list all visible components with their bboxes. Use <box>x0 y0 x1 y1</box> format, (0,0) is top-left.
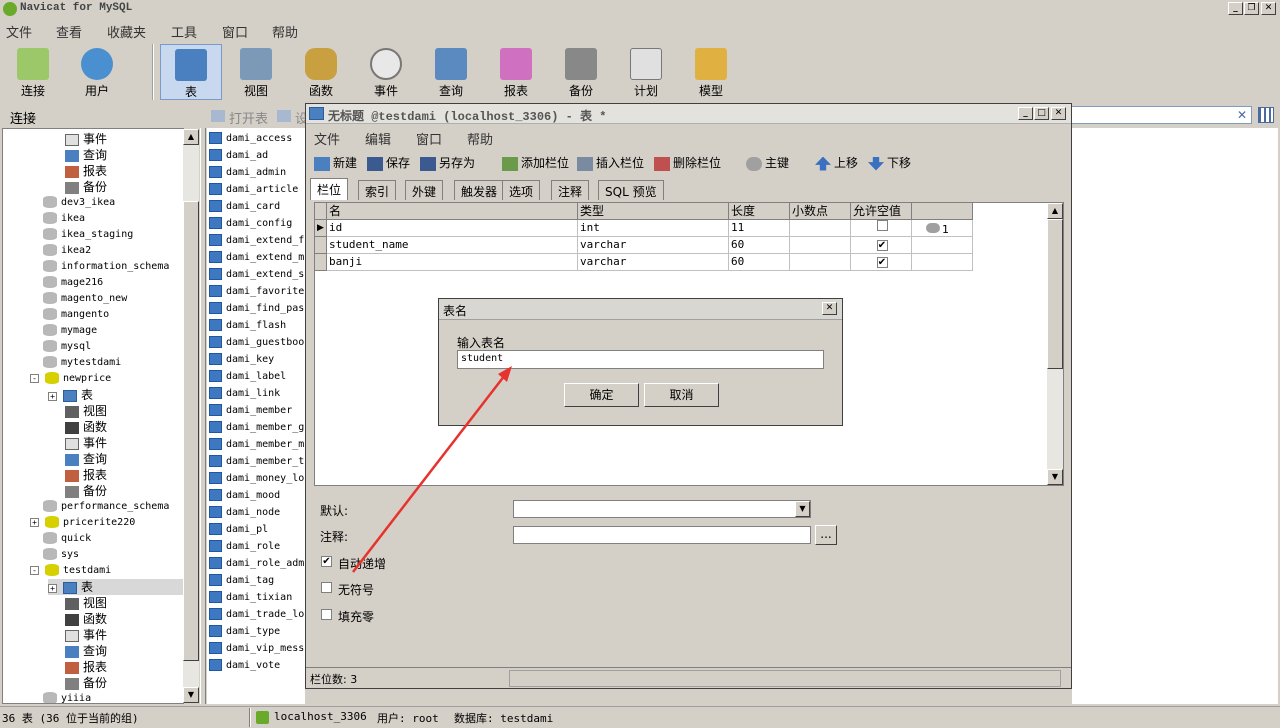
connection-icon <box>256 711 269 724</box>
status-bar: 36 表 (36 位于当前的组) localhost_3306 用户: root… <box>0 706 1280 728</box>
status-database: 数据库: testdami <box>454 712 554 725</box>
status-connection: localhost_3306 <box>274 710 367 723</box>
status-object-count: 36 表 (36 位于当前的组) <box>2 712 139 725</box>
status-divider <box>249 708 251 727</box>
status-user: 用户: root <box>377 712 439 725</box>
annotation-arrow <box>352 366 512 573</box>
